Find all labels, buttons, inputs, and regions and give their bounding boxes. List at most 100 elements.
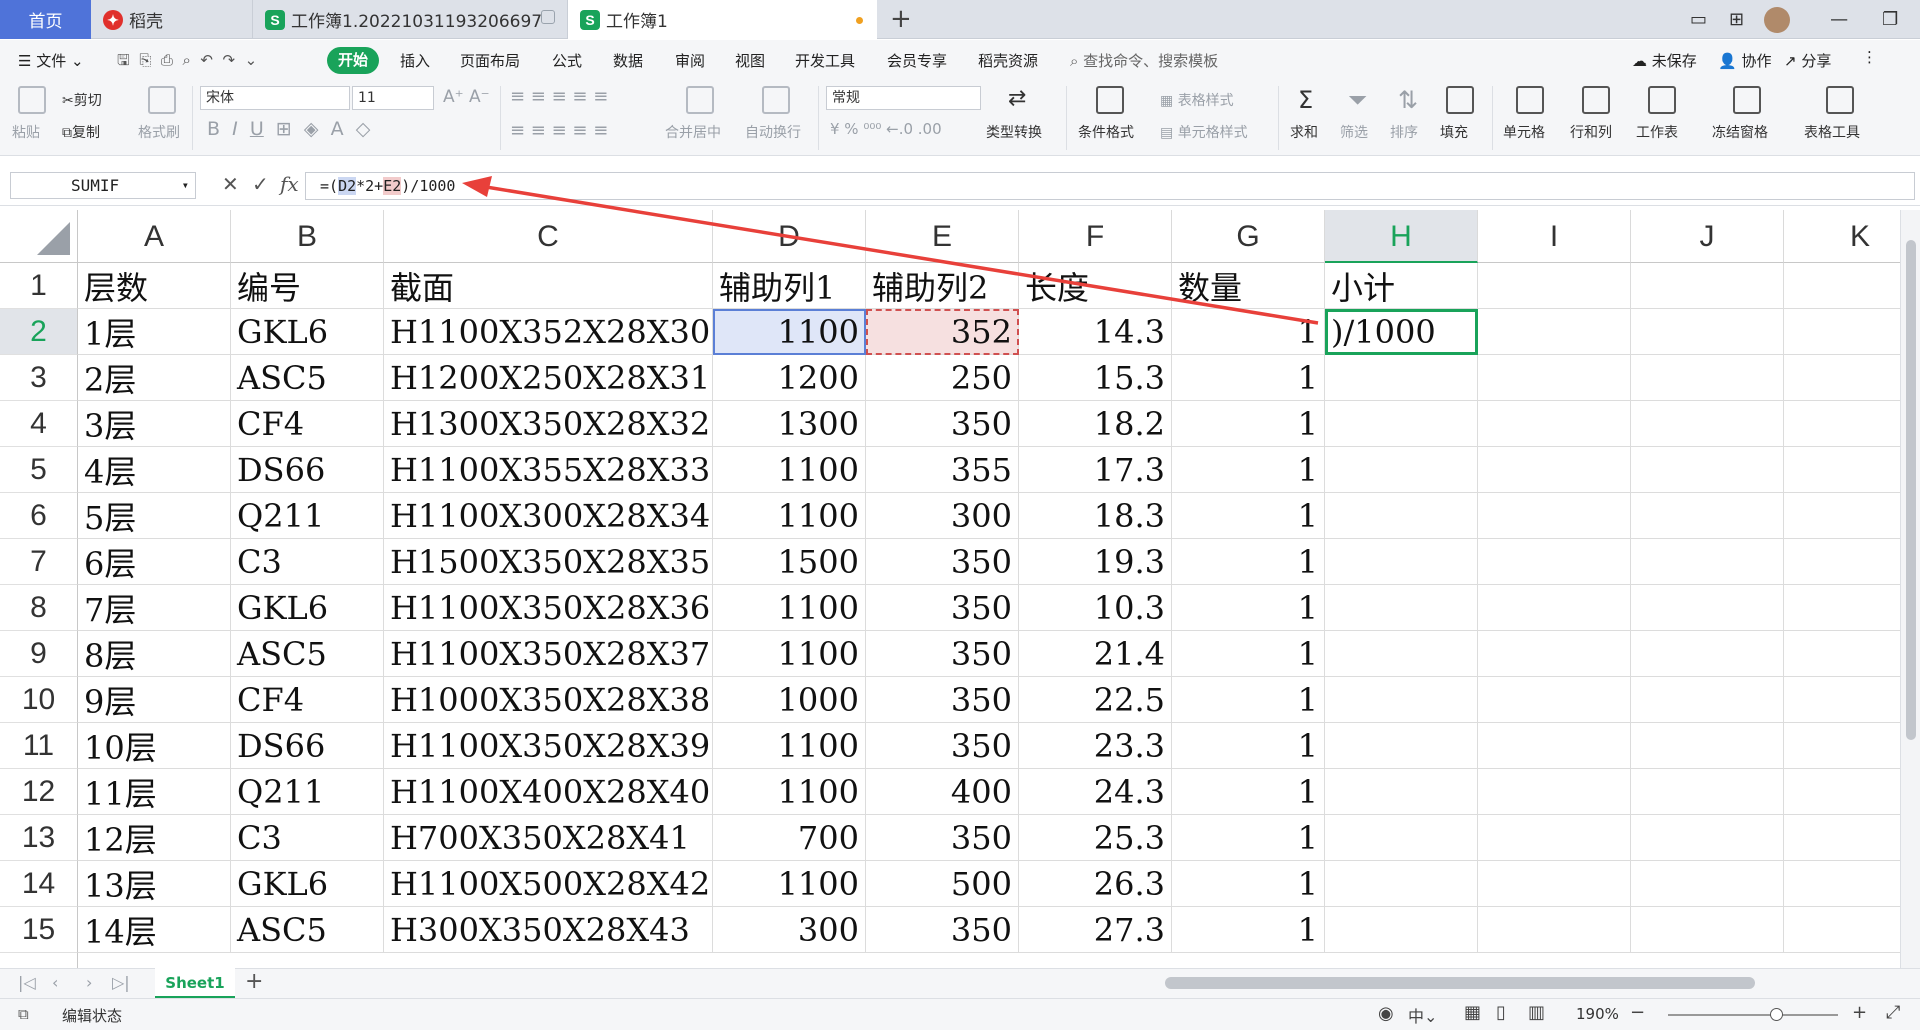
cell-j7[interactable]: [1631, 539, 1784, 585]
cell-h5[interactable]: [1325, 447, 1478, 493]
cell-j8[interactable]: [1631, 585, 1784, 631]
column-header-h[interactable]: H: [1325, 210, 1478, 263]
layout-icon[interactable]: ▭: [1690, 9, 1707, 30]
fx-icon[interactable]: fx: [280, 172, 299, 196]
column-header-e[interactable]: E: [866, 210, 1019, 263]
sheet-grid[interactable]: A B C D E F G H I J K 1 层数 编号 截面 辅助列1 辅助列2 长度 数量 小计 2 1层 GKL6 H…: [0, 210, 1900, 968]
border-icon[interactable]: ⊞: [276, 118, 292, 140]
column-header-i[interactable]: I: [1478, 210, 1631, 263]
cell-g13[interactable]: 1: [1172, 815, 1325, 861]
cell-a12[interactable]: 11层: [78, 769, 231, 815]
cell-b3[interactable]: ASC5: [231, 355, 384, 401]
cell-b14[interactable]: GKL6: [231, 861, 384, 907]
menu-insert[interactable]: 插入: [400, 50, 430, 71]
share-button[interactable]: ↗ 分享: [1784, 50, 1831, 71]
cell-c14[interactable]: H1100X500X28X42: [384, 861, 713, 907]
merge-button[interactable]: 合并居中: [665, 122, 721, 142]
cell-d1[interactable]: 辅助列1: [713, 263, 866, 309]
cell-e7[interactable]: 350: [866, 539, 1019, 585]
maximize-icon[interactable]: ❐: [1882, 9, 1898, 30]
column-header-b[interactable]: B: [231, 210, 384, 263]
cell-c3[interactable]: H1200X250X28X31: [384, 355, 713, 401]
cell-b9[interactable]: ASC5: [231, 631, 384, 677]
cell-b7[interactable]: C3: [231, 539, 384, 585]
cell-h11[interactable]: [1325, 723, 1478, 769]
fullscreen-icon[interactable]: ⤢: [1886, 1002, 1900, 1023]
cell-g4[interactable]: 1: [1172, 401, 1325, 447]
tab-docer[interactable]: ✦ 稻壳: [91, 0, 251, 39]
cell-i15[interactable]: [1478, 907, 1631, 953]
row-header-5[interactable]: 5: [0, 447, 78, 493]
menu-view[interactable]: 视图: [735, 50, 765, 71]
cell-h12[interactable]: [1325, 769, 1478, 815]
cell-j2[interactable]: [1631, 309, 1784, 355]
column-header-d[interactable]: D: [713, 210, 866, 263]
cell-d6[interactable]: 1100: [713, 493, 866, 539]
underline-icon[interactable]: U: [250, 118, 264, 140]
horizontal-scroll-thumb[interactable]: [1165, 977, 1755, 989]
cell-j11[interactable]: [1631, 723, 1784, 769]
cell-a14[interactable]: 13层: [78, 861, 231, 907]
cell-d7[interactable]: 1500: [713, 539, 866, 585]
cell-d15[interactable]: 300: [713, 907, 866, 953]
confirm-icon[interactable]: ✓: [252, 172, 269, 196]
sheet-nav-next-icon[interactable]: ›: [86, 973, 92, 992]
cell-h1[interactable]: 小计: [1325, 263, 1478, 309]
reading-view-icon[interactable]: ▥: [1528, 1002, 1545, 1023]
column-header-c[interactable]: C: [384, 210, 713, 263]
cell-k3[interactable]: [1784, 355, 1900, 401]
cell-e11[interactable]: 350: [866, 723, 1019, 769]
grid-icon[interactable]: ⊞: [1729, 9, 1744, 30]
cell-d3[interactable]: 1200: [713, 355, 866, 401]
cell-e14[interactable]: 500: [866, 861, 1019, 907]
row-header-10[interactable]: 10: [0, 677, 78, 723]
row-header-7[interactable]: 7: [0, 539, 78, 585]
more-menu-icon[interactable]: ⋮: [1862, 48, 1877, 66]
menu-data[interactable]: 数据: [613, 50, 643, 71]
cell-f15[interactable]: 27.3: [1019, 907, 1172, 953]
cell-j14[interactable]: [1631, 861, 1784, 907]
font-style-buttons[interactable]: B I U ⊞ ◈ A ◇: [207, 118, 370, 140]
cell-k14[interactable]: [1784, 861, 1900, 907]
type-convert-button[interactable]: 类型转换: [986, 122, 1042, 142]
cell-c13[interactable]: H700X350X28X41: [384, 815, 713, 861]
vertical-scrollbar[interactable]: [1900, 210, 1920, 968]
cell-a13[interactable]: 12层: [78, 815, 231, 861]
cell-b10[interactable]: CF4: [231, 677, 384, 723]
cell-i5[interactable]: [1478, 447, 1631, 493]
tab-file2[interactable]: S 工作簿1: [567, 0, 877, 39]
cell-d8[interactable]: 1100: [713, 585, 866, 631]
search-command[interactable]: ⌕ 查找命令、搜索模板: [1070, 50, 1218, 71]
cell-d12[interactable]: 1100: [713, 769, 866, 815]
cell-f6[interactable]: 18.3: [1019, 493, 1172, 539]
cell-c7[interactable]: H1500X350X28X35: [384, 539, 713, 585]
cell-j5[interactable]: [1631, 447, 1784, 493]
sheet-tab[interactable]: Sheet1: [155, 968, 235, 998]
sum-button[interactable]: 求和: [1290, 122, 1318, 142]
cell-f3[interactable]: 15.3: [1019, 355, 1172, 401]
cell-j4[interactable]: [1631, 401, 1784, 447]
cell-k12[interactable]: [1784, 769, 1900, 815]
row-header-12[interactable]: 12: [0, 769, 78, 815]
freeze-button[interactable]: 冻结窗格: [1712, 122, 1768, 142]
row-col-button[interactable]: 行和列: [1570, 122, 1612, 142]
cell-i12[interactable]: [1478, 769, 1631, 815]
name-box[interactable]: SUMIF ▾: [10, 172, 196, 199]
cell-c5[interactable]: H1100X355X28X33: [384, 447, 713, 493]
font-name-select[interactable]: 宋体: [200, 86, 350, 110]
cell-e12[interactable]: 400: [866, 769, 1019, 815]
menu-dev[interactable]: 开发工具: [795, 50, 855, 71]
cell-button[interactable]: 单元格: [1503, 122, 1545, 142]
minimize-icon[interactable]: —: [1830, 9, 1848, 30]
cell-f7[interactable]: 19.3: [1019, 539, 1172, 585]
cell-j6[interactable]: [1631, 493, 1784, 539]
cell-h10[interactable]: [1325, 677, 1478, 723]
bold-icon[interactable]: B: [207, 118, 220, 140]
cell-f13[interactable]: 25.3: [1019, 815, 1172, 861]
align-top-buttons[interactable]: ≡ ≡ ≡ ≡ ≡: [510, 86, 608, 107]
cell-i2[interactable]: [1478, 309, 1631, 355]
cell-b1[interactable]: 编号: [231, 263, 384, 309]
fill-color-icon[interactable]: ◈: [304, 118, 319, 140]
cell-b4[interactable]: CF4: [231, 401, 384, 447]
row-header-9[interactable]: 9: [0, 631, 78, 677]
